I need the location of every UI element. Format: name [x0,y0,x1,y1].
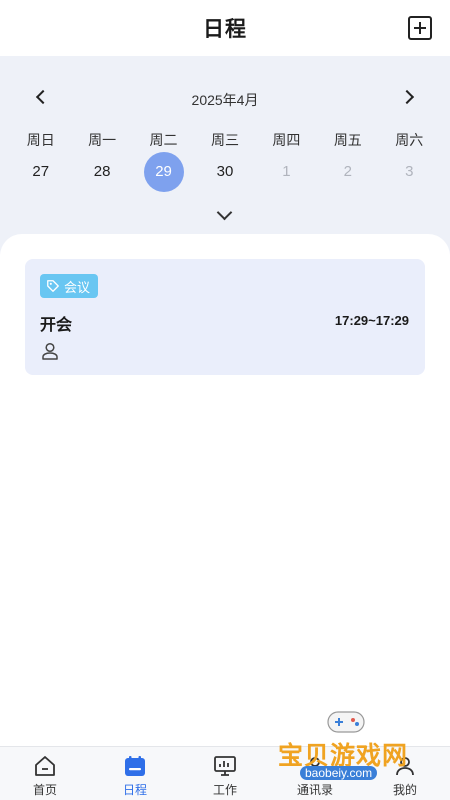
event-tag: 会议 [40,274,99,298]
day-number: 28 [93,163,111,180]
tab-schedule-label: 日程 [122,783,147,797]
watermark: 宝贝游戏网 baobeiy.com [272,704,420,788]
tab-schedule[interactable]: 日程 [90,747,180,800]
tab-work[interactable]: 工作 [180,747,270,800]
person-icon [42,342,58,360]
day-cell[interactable]: 28 [71,152,132,192]
weekday-thu: 周四 [272,132,301,148]
week-days-row: 27 28 29 30 1 2 3 [10,152,440,192]
weekday-mon: 周一 [88,132,117,148]
app-header: 日程 [0,0,450,56]
page-title: 日程 [203,18,247,41]
tab-home[interactable]: 首页 [0,747,90,800]
tag-icon [47,280,59,292]
weekday-wed: 周三 [210,132,239,148]
day-cell[interactable]: 2 [317,152,378,192]
day-cell[interactable]: 30 [194,152,255,192]
month-navigator: 2025年4月 [0,86,450,110]
month-label: 2025年4月 [191,92,259,108]
add-schedule-button[interactable] [408,16,432,40]
day-number: 1 [282,163,291,180]
tab-home-label: 首页 [32,783,57,797]
day-number: 3 [405,163,414,180]
monitor-icon [214,756,236,776]
day-cell[interactable]: 3 [379,152,440,192]
weekday-sun: 周日 [26,132,55,148]
event-card[interactable]: 会议 开会 17:29~17:29 [25,259,425,375]
weekday-header: 周日 周一 周二 周三 周四 周五 周六 [10,130,440,150]
day-number: 30 [216,163,234,180]
calendar-panel: 2025年4月 周日 周一 周二 周三 周四 周五 周六 27 28 29 30… [0,56,450,246]
day-cell[interactable]: 1 [256,152,317,192]
day-number: 2 [343,163,352,180]
weekday-fri: 周五 [333,132,362,148]
event-title: 开会 [40,317,73,334]
calendar-icon [125,756,145,776]
weekday-sat: 周六 [395,132,424,148]
day-number: 29 [143,152,184,192]
home-icon [35,756,55,776]
day-cell-selected[interactable]: 29 [133,152,194,192]
event-tag-label: 会议 [64,279,91,295]
schedule-list: 会议 开会 17:29~17:29 [0,234,450,746]
gamepad-icon [327,711,365,733]
day-cell[interactable]: 27 [10,152,71,192]
day-number: 27 [32,163,50,180]
tab-work-label: 工作 [212,783,237,797]
event-time: 17:29~17:29 [334,313,409,328]
watermark-url: baobeiy.com [300,766,378,780]
expand-calendar-icon[interactable] [216,204,233,221]
weekday-tue: 周二 [149,132,178,148]
